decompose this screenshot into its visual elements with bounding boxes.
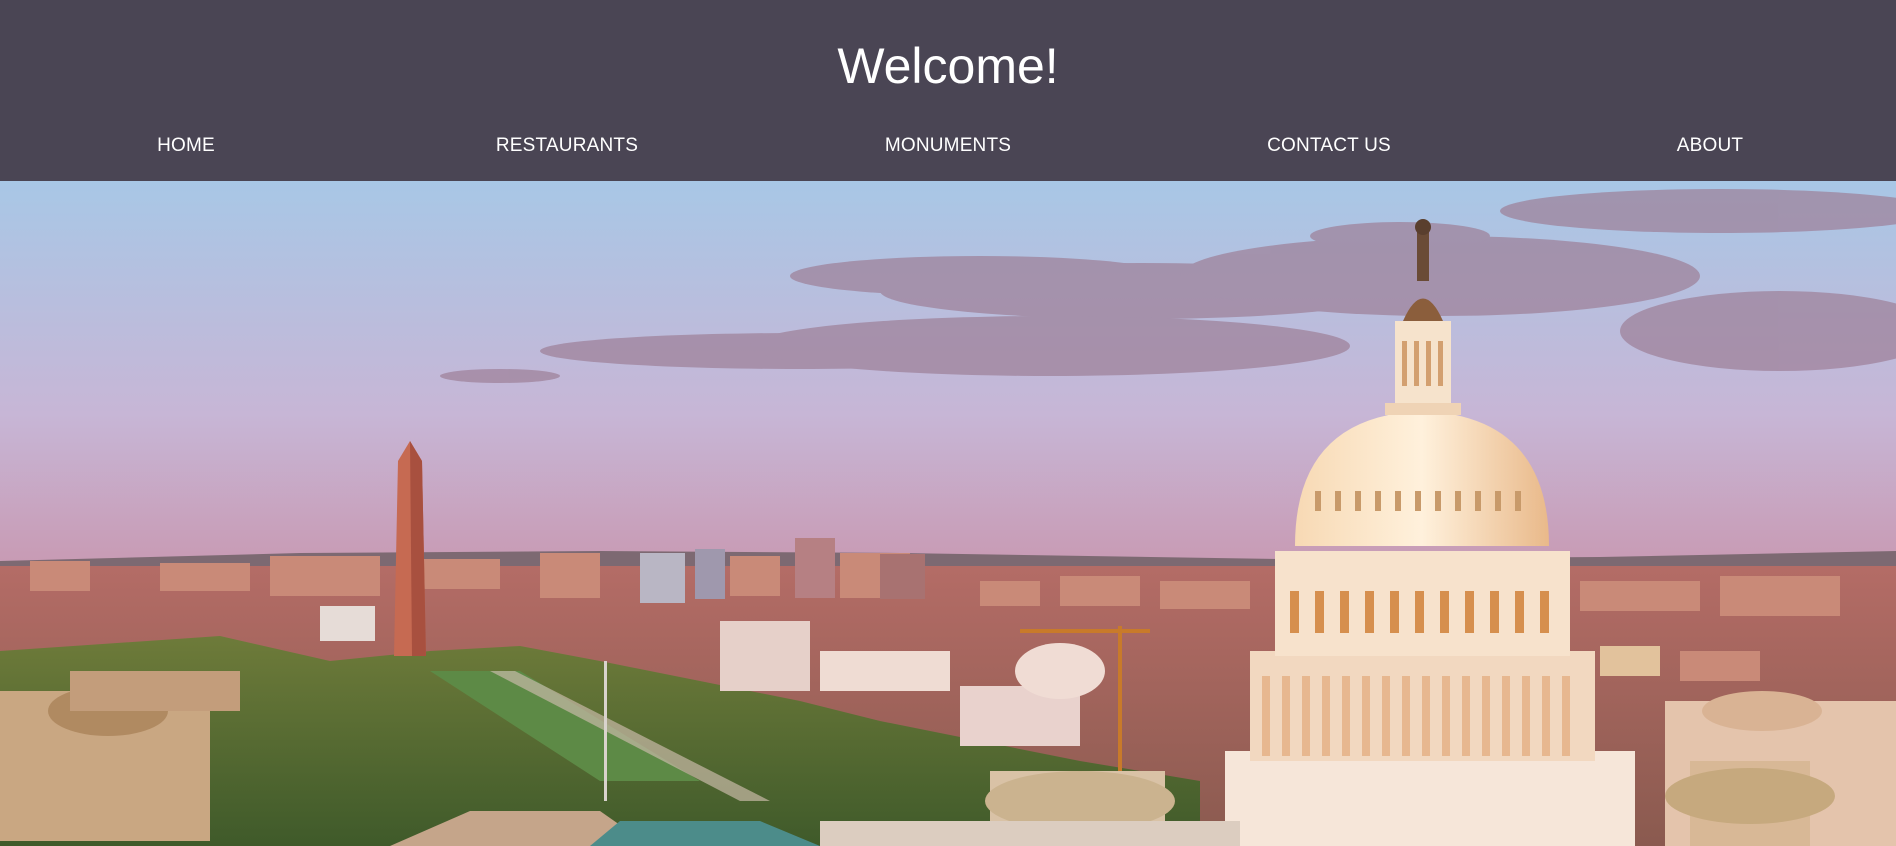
washington-dc-skyline-illustration xyxy=(0,181,1896,846)
nav-about-link[interactable]: ABOUT xyxy=(1590,130,1830,162)
nav-contact-us-link[interactable]: CONTACT US xyxy=(1209,130,1449,162)
nav-restaurants-link[interactable]: RESTAURANTS xyxy=(447,130,687,162)
nav-monuments-link[interactable]: MONUMENTS xyxy=(828,130,1068,162)
page-title: Welcome! xyxy=(837,38,1059,94)
flag-pole xyxy=(604,661,607,801)
nav-home-link[interactable]: HOME xyxy=(66,130,306,162)
site-header: Welcome! HOME RESTAURANTS MONUMENTS CONT… xyxy=(0,0,1896,181)
main-nav: HOME RESTAURANTS MONUMENTS CONTACT US AB… xyxy=(0,130,1896,162)
washington-monument xyxy=(394,441,426,656)
hero-image xyxy=(0,181,1896,846)
